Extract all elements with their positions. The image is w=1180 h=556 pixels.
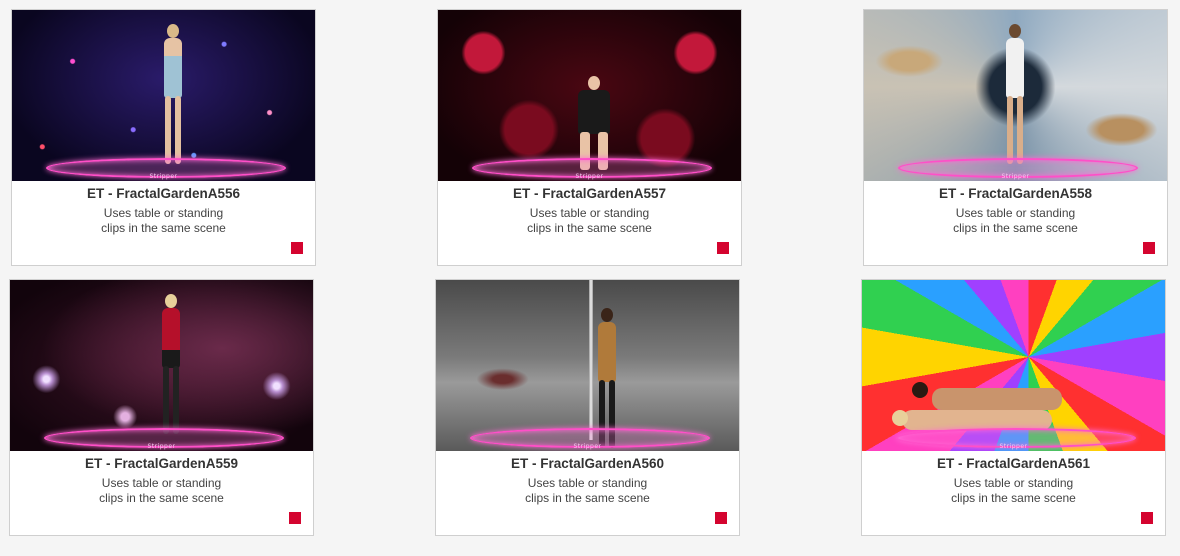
scene-card[interactable]: Stripper ET - FractalGardenA559 Uses tab… <box>9 279 314 536</box>
dance-pole <box>589 280 593 440</box>
scene-description: Uses table or standing clips in the same… <box>10 476 313 506</box>
scene-thumbnail[interactable]: Stripper <box>862 280 1165 451</box>
scene-thumbnail[interactable]: Stripper <box>10 280 313 451</box>
scene-description: Uses table or standing clips in the same… <box>864 206 1167 236</box>
stage-label: Stripper <box>1001 173 1030 180</box>
stage-label: Stripper <box>999 443 1028 450</box>
description-line: clips in the same scene <box>527 221 652 235</box>
stage-label: Stripper <box>573 443 602 450</box>
stage-label: Stripper <box>575 173 604 180</box>
description-line: clips in the same scene <box>99 491 224 505</box>
scene-thumbnail[interactable]: Stripper <box>12 10 315 181</box>
scene-card[interactable]: Stripper ET - FractalGardenA561 Uses tab… <box>861 279 1166 536</box>
red-square-icon[interactable] <box>1141 512 1153 524</box>
scene-card[interactable]: Stripper ET - FractalGardenA557 Uses tab… <box>437 9 742 266</box>
description-line: clips in the same scene <box>951 491 1076 505</box>
scene-description: Uses table or standing clips in the same… <box>436 476 739 506</box>
red-square-icon[interactable] <box>289 512 301 524</box>
scene-title: ET - FractalGardenA561 <box>936 456 1091 471</box>
performer-figure <box>1002 24 1028 166</box>
scene-title: ET - FractalGardenA560 <box>510 456 665 471</box>
description-line: Uses table or standing <box>527 476 648 490</box>
scene-thumbnail[interactable]: Stripper <box>438 10 741 181</box>
scene-card[interactable]: Stripper ET - FractalGardenA558 Uses tab… <box>863 9 1168 266</box>
scene-thumbnail[interactable]: Stripper <box>864 10 1167 181</box>
red-square-icon[interactable] <box>1143 242 1155 254</box>
performer-figure <box>158 294 184 436</box>
scene-title: ET - FractalGardenA558 <box>938 186 1093 201</box>
red-square-icon[interactable] <box>291 242 303 254</box>
performer-figure <box>160 24 186 166</box>
description-line: Uses table or standing <box>101 476 222 490</box>
stage-label: Stripper <box>149 173 178 180</box>
scene-description: Uses table or standing clips in the same… <box>438 206 741 236</box>
stage-label: Stripper <box>147 443 176 450</box>
scene-description: Uses table or standing clips in the same… <box>12 206 315 236</box>
scene-description: Uses table or standing clips in the same… <box>862 476 1165 506</box>
description-line: clips in the same scene <box>525 491 650 505</box>
red-square-icon[interactable] <box>717 242 729 254</box>
scene-card[interactable]: Stripper ET - FractalGardenA556 Uses tab… <box>11 9 316 266</box>
description-line: Uses table or standing <box>529 206 650 220</box>
scene-card[interactable]: Stripper ET - FractalGardenA560 Uses tab… <box>435 279 740 536</box>
description-line: Uses table or standing <box>103 206 224 220</box>
scene-title: ET - FractalGardenA556 <box>86 186 241 201</box>
scene-title: ET - FractalGardenA557 <box>512 186 667 201</box>
description-line: clips in the same scene <box>953 221 1078 235</box>
description-line: Uses table or standing <box>955 206 1076 220</box>
red-square-icon[interactable] <box>715 512 727 524</box>
scene-thumbnail[interactable]: Stripper <box>436 280 739 451</box>
description-line: Uses table or standing <box>953 476 1074 490</box>
description-line: clips in the same scene <box>101 221 226 235</box>
scene-title: ET - FractalGardenA559 <box>84 456 239 471</box>
